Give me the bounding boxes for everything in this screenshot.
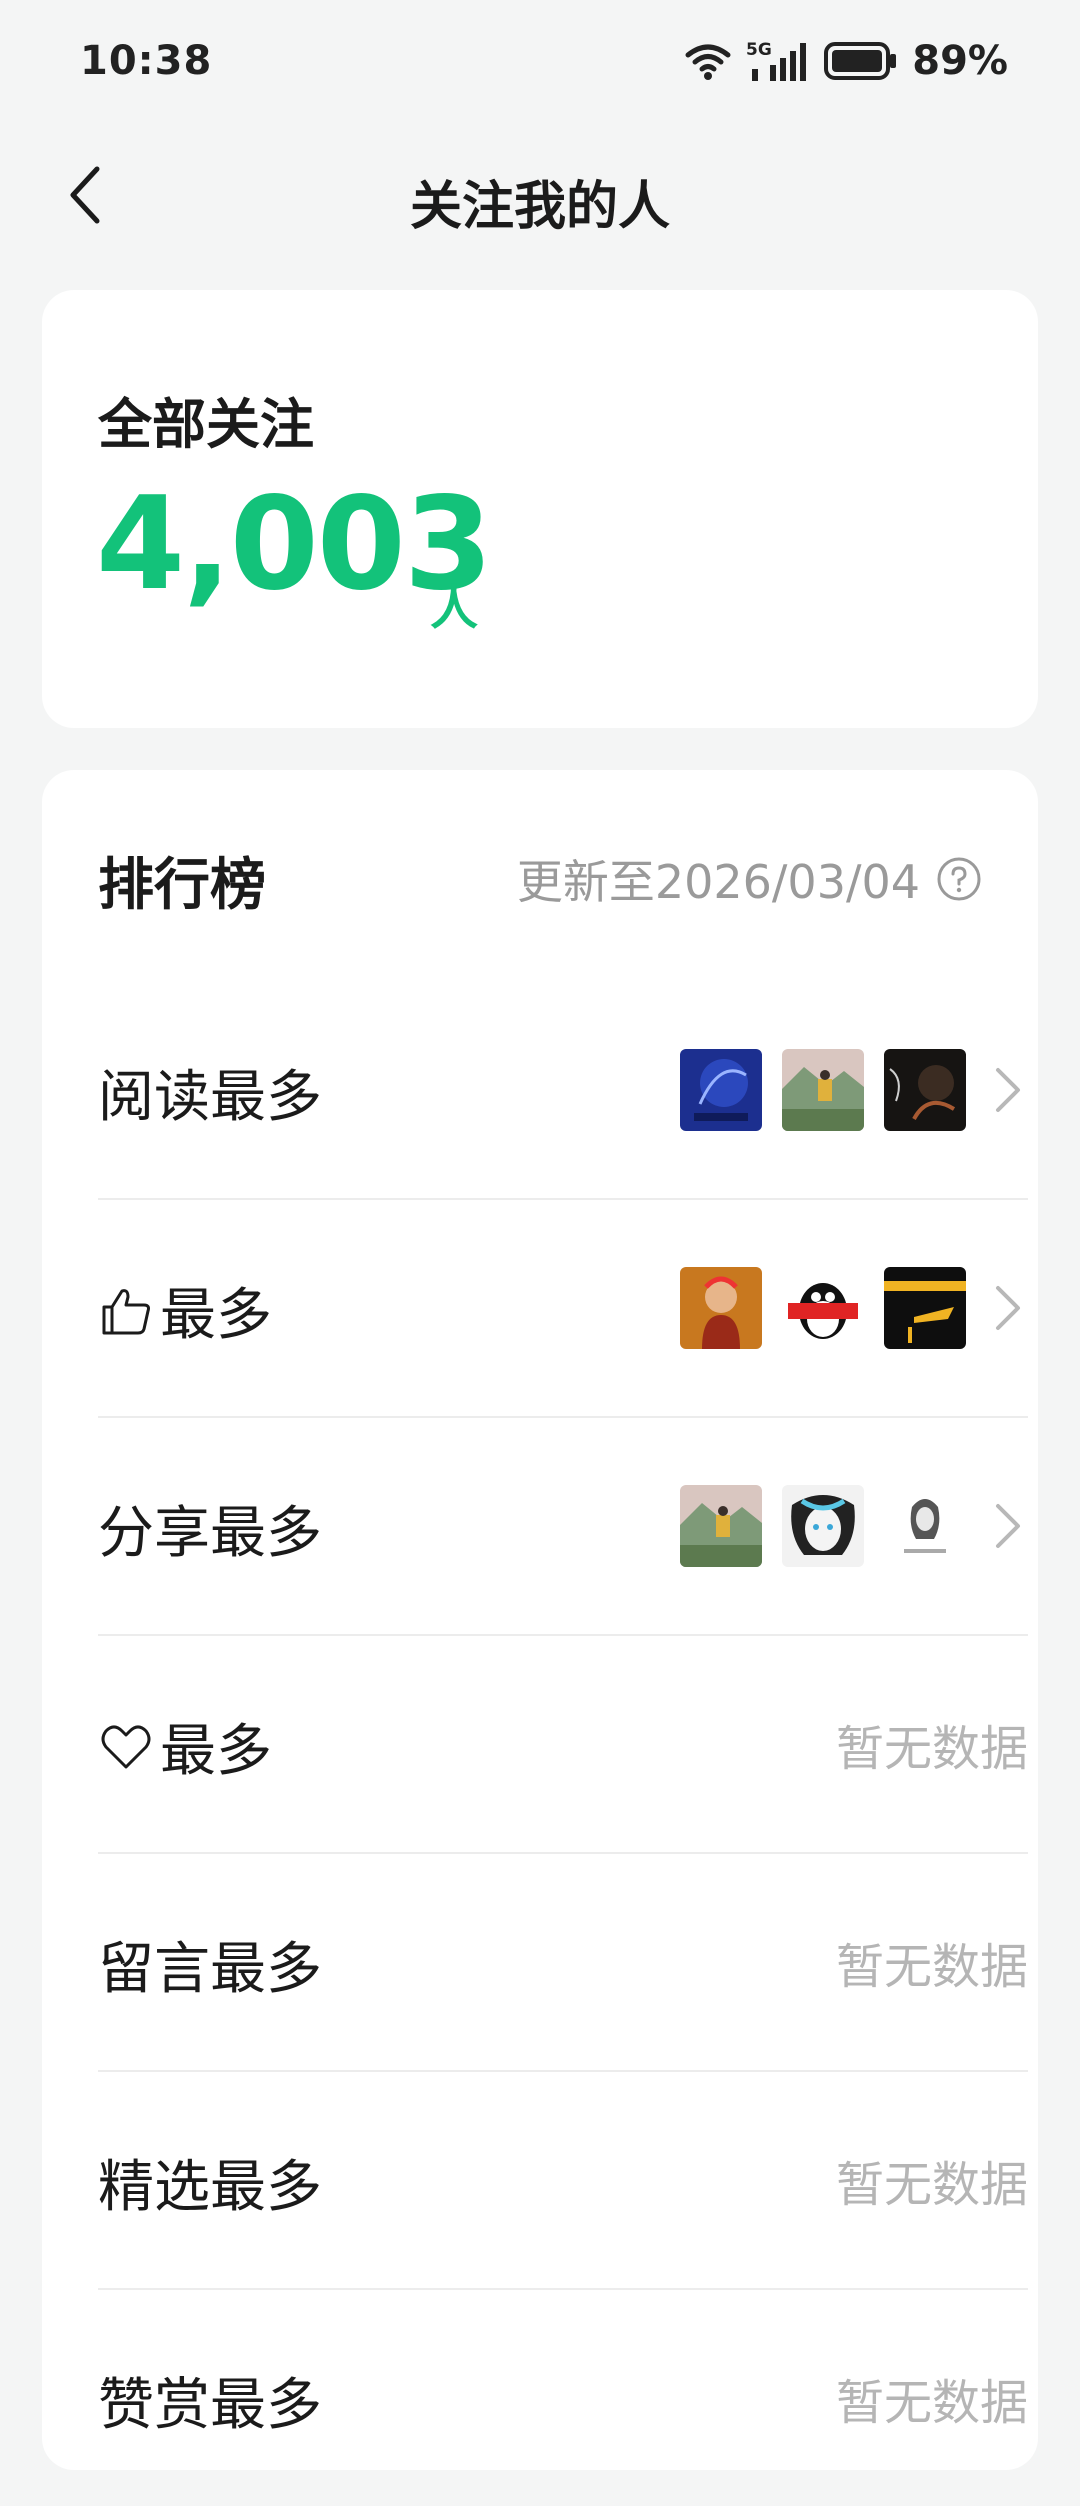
ranking-row-right bbox=[680, 1256, 1028, 1360]
avatar bbox=[680, 1049, 762, 1131]
ranking-row-right: 暂无数据 bbox=[836, 2128, 1028, 2232]
chevron-right-icon bbox=[996, 1286, 1020, 1330]
status-bar: 10:38 5G 89% bbox=[0, 0, 1080, 130]
network-type-label: 5G bbox=[746, 40, 772, 60]
ranking-title: 排行榜 bbox=[98, 853, 266, 918]
avatar bbox=[782, 1485, 864, 1567]
avatar bbox=[782, 1267, 864, 1349]
status-icons: 5G 89% bbox=[684, 36, 1008, 86]
avatar bbox=[884, 1267, 966, 1349]
chevron-right-icon bbox=[996, 1504, 1020, 1548]
ranking-row-label: 分享最多 bbox=[98, 1501, 322, 1566]
ranking-list: 阅读最多 最多 分享最多 最多 暂无数据 留言最多 暂无数据 精选最多 暂无数据… bbox=[98, 982, 1028, 2506]
help-circle-icon[interactable] bbox=[936, 856, 982, 902]
page-title: 关注我的人 bbox=[409, 177, 670, 237]
heart-icon bbox=[101, 1725, 151, 1768]
no-data-text: 暂无数据 bbox=[835, 2375, 1028, 2431]
ranking-row-most-shares[interactable]: 分享最多 bbox=[98, 1418, 1028, 1636]
navigation-bar: 关注我的人 bbox=[0, 130, 1080, 260]
ranking-update-info: 更新至2026/03/04 bbox=[517, 846, 982, 912]
ranking-header: 排行榜 更新至2026/03/04 bbox=[98, 832, 982, 918]
ranking-row-most-featured[interactable]: 精选最多 暂无数据 bbox=[98, 2072, 1028, 2290]
ranking-update-date: 更新至2026/03/04 bbox=[516, 855, 920, 909]
avatar bbox=[884, 1049, 966, 1131]
ranking-row-right bbox=[680, 1474, 1028, 1578]
avatar bbox=[680, 1267, 762, 1349]
ranking-row-most-comments[interactable]: 留言最多 暂无数据 bbox=[98, 1854, 1028, 2072]
status-time: 10:38 bbox=[80, 38, 213, 84]
thumbs-up-icon bbox=[102, 1288, 150, 1334]
ranking-row-most-read[interactable]: 阅读最多 bbox=[98, 982, 1028, 1200]
ranking-row-right bbox=[680, 1038, 1028, 1142]
ranking-row-label: 留言最多 bbox=[98, 1937, 322, 2002]
ranking-row-label: 赞赏最多 bbox=[98, 2373, 322, 2438]
avatar-thumbnails bbox=[680, 1267, 966, 1349]
ranking-row-right: 暂无数据 bbox=[836, 1692, 1028, 1796]
ranking-row-most-likes[interactable]: 最多 bbox=[98, 1200, 1028, 1418]
signal-icon: 5G bbox=[746, 39, 810, 83]
ranking-row-label: 精选最多 bbox=[98, 2155, 322, 2220]
avatar-thumbnails bbox=[680, 1049, 966, 1131]
follower-count-unit: 人 bbox=[430, 580, 479, 636]
ranking-card: 排行榜 更新至2026/03/04 阅读最多 最多 分享最多 最多 暂无数据 留… bbox=[42, 770, 1038, 2470]
no-data-text: 暂无数据 bbox=[835, 2157, 1028, 2213]
no-data-text: 暂无数据 bbox=[835, 1939, 1028, 1995]
ranking-row-label: 最多 bbox=[98, 1706, 272, 1787]
ranking-row-right: 暂无数据 bbox=[836, 2346, 1028, 2450]
ranking-row-most-favorites[interactable]: 最多 暂无数据 bbox=[98, 1636, 1028, 1854]
battery-icon bbox=[824, 41, 898, 81]
avatar bbox=[884, 1485, 966, 1567]
avatar bbox=[782, 1049, 864, 1131]
avatar bbox=[680, 1485, 762, 1567]
chevron-right-icon bbox=[996, 1068, 1020, 1112]
ranking-row-most-tips[interactable]: 赞赏最多 暂无数据 bbox=[98, 2290, 1028, 2506]
avatar-thumbnails bbox=[680, 1485, 966, 1567]
ranking-row-right: 暂无数据 bbox=[836, 1910, 1028, 2014]
battery-percent: 89% bbox=[912, 38, 1008, 84]
wifi-icon bbox=[684, 41, 732, 81]
summary-label: 全部关注 bbox=[98, 393, 314, 456]
follower-summary-card: 全部关注 4,003 人 bbox=[42, 290, 1038, 728]
no-data-text: 暂无数据 bbox=[835, 1721, 1028, 1777]
ranking-row-label: 阅读最多 bbox=[98, 1065, 322, 1130]
ranking-row-label: 最多 bbox=[98, 1270, 272, 1351]
